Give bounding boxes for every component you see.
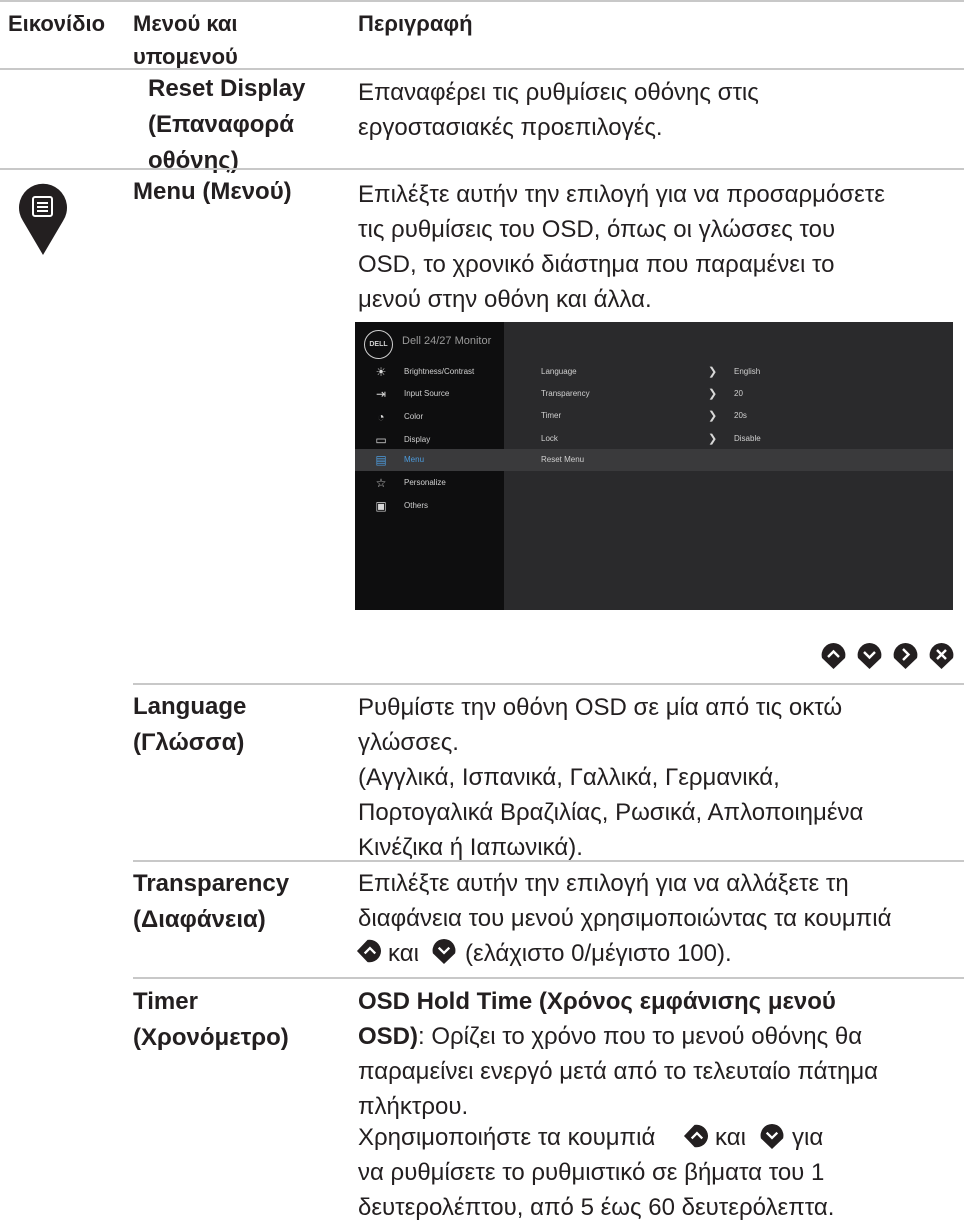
osd-menu-item-color[interactable]: ◔ Color — [355, 406, 504, 428]
osd-setting-timer[interactable]: Timer ❯ 20s — [541, 409, 941, 423]
osd-menu-item-label: Input Source — [404, 389, 450, 398]
transparency-description-and: και — [388, 940, 419, 967]
up-button-icon — [356, 939, 382, 963]
osd-menu-item-label: Brightness/Contrast — [404, 367, 475, 376]
chevron-right-icon: ❯ — [708, 366, 718, 378]
chevron-right-icon: ❯ — [708, 433, 718, 445]
osd-menu-item-label: Others — [404, 501, 429, 510]
timer-use-buttons-end: για — [792, 1124, 824, 1151]
osd-setting-label: Timer — [541, 411, 562, 420]
transparency-description-line2: διαφάνεια του μενού χρησιμοποιώντας τα κ… — [358, 905, 892, 932]
right-button-icon — [893, 643, 918, 669]
osd-setting-label: Language — [541, 367, 577, 376]
chevron-right-icon: ❯ — [708, 388, 718, 400]
osd-setting-label: Lock — [541, 434, 558, 443]
osd-setting-language[interactable]: Language ❯ English — [541, 365, 941, 379]
osd-setting-value: 20 — [734, 389, 743, 398]
osd-setting-value: English — [734, 367, 761, 376]
timer-name: Timer (Χρονόμετρο) — [133, 988, 289, 1051]
menu-description: Επιλέξτε αυτήν την επιλογή για να προσαρ… — [358, 181, 885, 313]
header-description-column: Περιγραφή — [358, 11, 473, 36]
osd-setting-reset-menu[interactable]: Reset Menu — [541, 453, 941, 467]
down-button-icon — [432, 938, 456, 964]
header-icon-column: Εικονίδιο — [8, 11, 106, 36]
color-icon: ◔ — [377, 410, 385, 424]
down-button-icon — [760, 1123, 784, 1149]
osd-setting-lock[interactable]: Lock ❯ Disable — [541, 432, 941, 446]
down-button-icon — [857, 643, 882, 669]
osd-menu-item-brightness[interactable]: ☀ Brightness/Contrast — [355, 361, 504, 383]
transparency-name: Transparency (Διαφάνεια) — [133, 870, 290, 933]
reset-display-name: Reset Display (Επαναφορά οθόνης) — [148, 75, 306, 174]
others-icon: ▣ — [375, 499, 387, 513]
brightness-icon: ☀ — [375, 365, 387, 379]
timer-hold-time-description: OSD Hold Time (Χρόνος εμφάνισης μενού OS… — [358, 984, 958, 1124]
menu-icon: ▤ — [375, 453, 387, 467]
reset-display-description: Επαναφέρει τις ρυθμίσεις οθόνης στις εργ… — [358, 79, 759, 141]
osd-setting-transparency[interactable]: Transparency ❯ 20 — [541, 387, 941, 401]
language-name: Language (Γλώσσα) — [133, 693, 247, 756]
osd-menu-item-display[interactable]: ▭ Display — [355, 429, 504, 451]
timer-use-buttons-start: Χρησιμοποιήστε τα κουμπιά — [358, 1124, 656, 1151]
osd-setting-label: Transparency — [541, 389, 590, 398]
dell-logo-icon: DELL — [364, 330, 393, 359]
language-description: Ρυθμίστε την οθόνη OSD σε μία από τις οκ… — [358, 694, 864, 861]
timer-use-buttons-and: και — [715, 1124, 746, 1151]
osd-screenshot: DELL Dell 24/27 Monitor ☀ Brightness/Con… — [355, 322, 953, 610]
osd-setting-label: Reset Menu — [541, 455, 585, 464]
input-source-icon: ⇥ — [375, 387, 387, 401]
osd-menu-item-input-source[interactable]: ⇥ Input Source — [355, 383, 504, 405]
osd-setting-value: 20s — [734, 411, 747, 420]
transparency-description-line1: Επιλέξτε αυτήν την επιλογή για να αλλάξε… — [358, 870, 849, 897]
menu-pin-icon — [19, 183, 68, 255]
chevron-right-icon: ❯ — [708, 410, 718, 422]
timer-use-buttons-description: να ρυθμίσετε το ρυθμιστικό σε βήματα του… — [358, 1159, 835, 1221]
osd-title: Dell 24/27 Monitor — [402, 335, 492, 347]
header-menu-column: Μενού και υπομενού — [133, 11, 238, 69]
display-icon: ▭ — [375, 433, 387, 447]
osd-menu-item-label: Personalize — [404, 478, 446, 487]
osd-menu-item-label: Color — [404, 412, 424, 421]
up-button-icon — [821, 643, 846, 669]
osd-menu-item-others[interactable]: ▣ Others — [355, 495, 504, 517]
transparency-description-range: (ελάχιστο 0/μέγιστο 100). — [465, 940, 732, 967]
osd-menu-item-label: Menu — [404, 455, 425, 464]
close-button-icon — [929, 643, 954, 669]
osd-setting-value: Disable — [734, 434, 761, 443]
menu-name: Menu (Μενού) — [133, 178, 292, 205]
osd-menu-item-personalize[interactable]: ☆ Personalize — [355, 472, 504, 494]
osd-menu-item-label: Display — [404, 435, 431, 444]
osd-hold-time-text: : Ορίζει το χρόνο που το μενού οθόνης θα… — [358, 1023, 879, 1120]
personalize-icon: ☆ — [375, 476, 387, 490]
up-button-icon — [683, 1124, 709, 1148]
